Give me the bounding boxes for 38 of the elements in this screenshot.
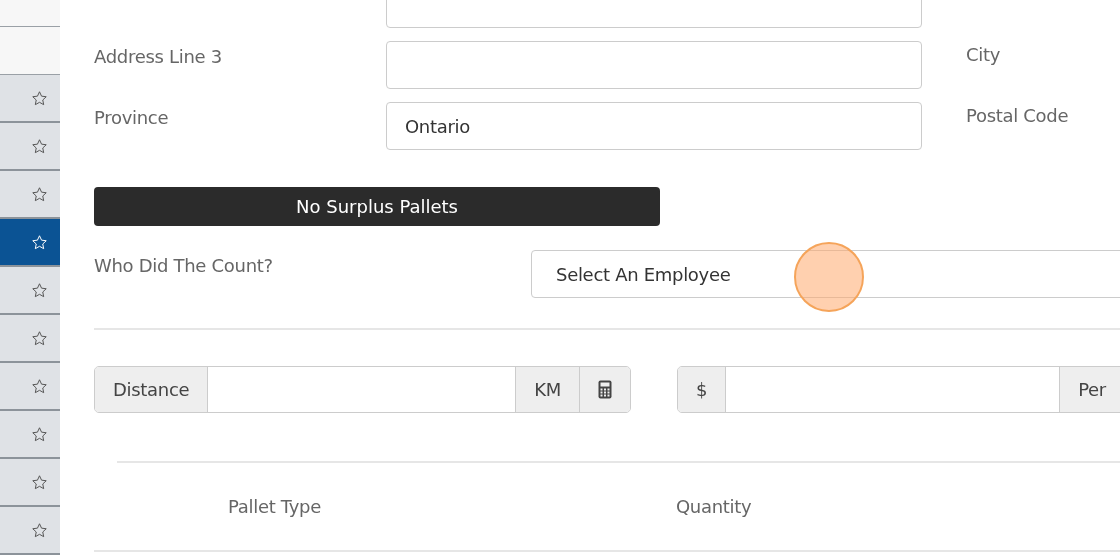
star-icon[interactable] (31, 329, 48, 347)
input-prefix: Distance (95, 367, 208, 412)
sidebar-item[interactable] (0, 411, 60, 459)
sidebar-item[interactable] (0, 459, 60, 507)
input-field[interactable]: Ontario (386, 102, 922, 150)
star-icon[interactable] (31, 521, 48, 539)
star-icon[interactable] (31, 185, 48, 203)
employee-select[interactable]: Select An Employee (531, 250, 1120, 298)
field-label: Who Did The Count? (94, 254, 274, 278)
input-suffix: KM (516, 367, 579, 412)
field-label: City (966, 43, 1002, 67)
star-icon[interactable] (31, 89, 48, 107)
star-icon[interactable] (31, 473, 48, 491)
distance-field[interactable]: Distance KM (94, 366, 631, 413)
calculator-icon (598, 380, 612, 399)
sidebar-item[interactable] (0, 363, 60, 411)
input-field[interactable] (386, 41, 922, 89)
rate-field[interactable]: $ Per (677, 366, 1120, 413)
field-label: Postal Code (966, 104, 1070, 128)
sidebar-item[interactable] (0, 507, 60, 555)
field-label: Province (94, 106, 170, 130)
field-label: Address Line 3 (94, 45, 223, 69)
input-prefix: $ (678, 367, 726, 412)
sidebar-item[interactable] (0, 123, 60, 171)
column-header: Pallet Type (228, 496, 321, 517)
star-icon[interactable] (31, 137, 48, 155)
surplus-pallets-button[interactable]: No Surplus Pallets (94, 187, 660, 226)
star-icon[interactable] (31, 281, 48, 299)
sidebar-item[interactable] (0, 75, 60, 123)
star-icon[interactable] (31, 377, 48, 395)
sidebar-item[interactable] (0, 171, 60, 219)
star-icon[interactable] (31, 425, 48, 443)
sidebar-item[interactable] (0, 267, 60, 315)
column-header: Quantity (676, 496, 752, 517)
calculator-button[interactable] (579, 367, 630, 412)
sidebar-item[interactable] (0, 315, 60, 363)
input-suffix: Per (1060, 367, 1120, 412)
star-icon[interactable] (31, 233, 48, 251)
